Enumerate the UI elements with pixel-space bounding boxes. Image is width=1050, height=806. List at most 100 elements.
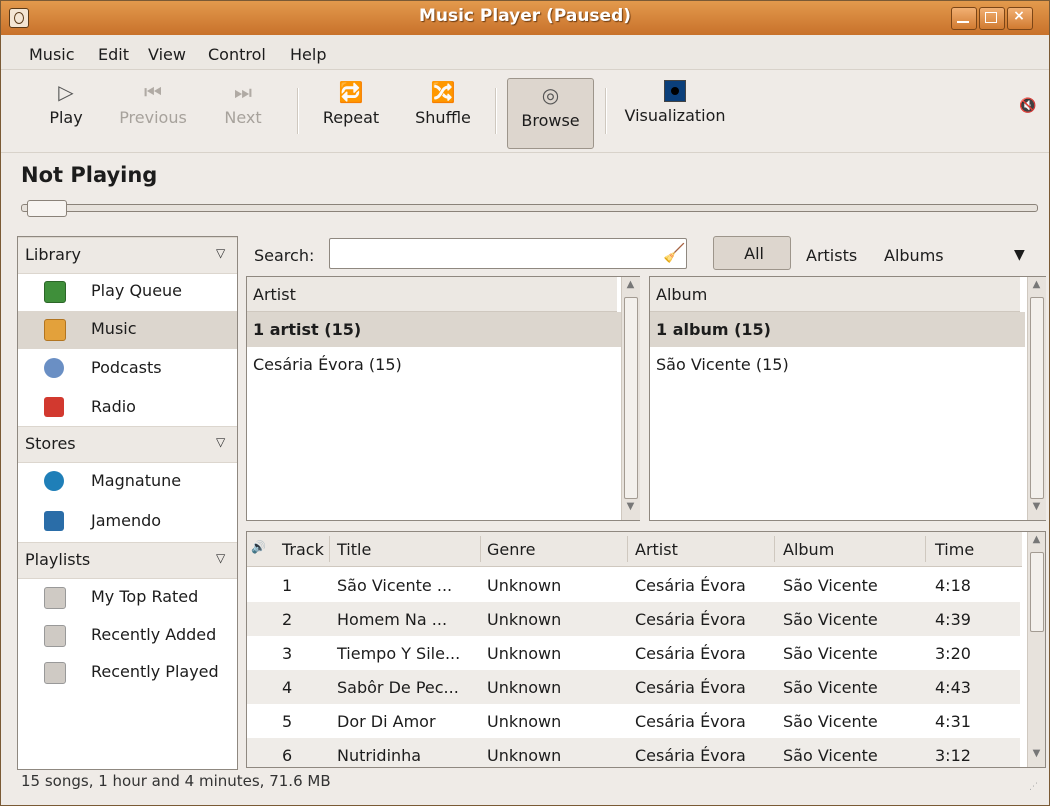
sidebar-item-music[interactable]: Music [18,311,237,349]
search-input[interactable] [329,238,687,269]
play-button[interactable]: ▷ Play [41,76,91,144]
shuffle-button[interactable]: 🔀 Shuffle [409,76,477,144]
collapse-triangle-icon[interactable]: ▽ [216,246,225,260]
album-scrollbar[interactable]: ▲ ▼ [1027,277,1046,520]
table-row[interactable]: 1 São Vicente ... Unknown Cesária Évora … [247,568,1020,602]
album-name: São Vicente (15) [656,355,789,374]
scroll-thumb[interactable] [1030,552,1044,632]
menu-help[interactable]: Help [290,45,326,64]
column-genre[interactable]: Genre [487,540,535,559]
next-button[interactable]: ⏭ Next [217,76,269,144]
source-sidebar: Library ▽ Play Queue Music Podcasts Radi… [17,236,238,770]
table-row[interactable]: 2 Homem Na ... Unknown Cesária Évora São… [247,602,1020,636]
track-artist: Cesária Évora [635,610,746,629]
repeat-button[interactable]: 🔁 Repeat [319,76,383,144]
table-row[interactable]: 3 Tiempo Y Sile... Unknown Cesária Évora… [247,636,1020,670]
sidebar-item-podcasts[interactable]: Podcasts [18,350,237,388]
scroll-thumb[interactable] [1030,297,1044,499]
column-time[interactable]: Time [935,540,974,559]
next-icon: ⏭ [234,80,252,104]
sidebar-item-jamendo[interactable]: Jamendo [18,503,237,541]
toolbar: ▷ Play ⏮ Previous ⏭ Next 🔁 Repeat 🔀 Shuf… [1,70,1049,153]
filter-all-button[interactable]: All [713,236,791,270]
repeat-label: Repeat [322,108,380,127]
column-artist[interactable]: Artist [635,540,678,559]
browse-button[interactable]: ◎ Browse [507,78,594,149]
column-title[interactable]: Title [337,540,371,559]
title-bar[interactable]: Music Player (Paused) × [1,1,1049,36]
volume-muted-icon[interactable]: 🔇 [1019,98,1039,118]
scroll-down-icon[interactable]: ▼ [1030,501,1043,518]
maximize-button[interactable] [979,7,1005,30]
visualization-button[interactable]: Visualization [619,76,731,144]
column-divider [329,536,330,562]
scroll-down-icon[interactable]: ▼ [1030,748,1043,765]
close-icon: × [1013,8,1025,24]
clear-search-broom-icon[interactable]: 🧹 [663,243,685,264]
close-button[interactable]: × [1007,7,1033,30]
menu-view[interactable]: View [148,45,186,64]
column-divider [627,536,628,562]
track-number: 5 [282,712,293,731]
music-player-window: Music Player (Paused) × Music Edit View … [0,0,1050,806]
sidebar-item-recently-added[interactable]: Recently Added [18,617,237,655]
scroll-thumb[interactable] [624,297,638,499]
scroll-down-icon[interactable]: ▼ [624,501,637,518]
artist-column-header[interactable]: Artist [247,277,617,312]
sidebar-item-label: Play Queue [91,281,183,300]
track-title: Sabôr De Pec... [337,678,459,697]
track-artist: Cesária Évora [635,678,746,697]
collapse-triangle-icon[interactable]: ▽ [216,551,225,565]
artist-row-all[interactable]: 1 artist (15) [247,312,621,347]
album-row-all[interactable]: 1 album (15) [650,312,1025,347]
track-title: São Vicente ... [337,576,453,595]
track-list-scrollbar[interactable]: ▲ ▼ [1027,532,1045,767]
play-label: Play [49,108,83,127]
album-row[interactable]: São Vicente (15) [650,347,1025,381]
seek-handle[interactable] [27,200,67,217]
scroll-up-icon[interactable]: ▲ [1030,279,1043,296]
table-row[interactable]: 6 Nutridinha Unknown Cesária Évora São V… [247,738,1020,767]
track-time: 4:31 [935,712,971,731]
column-track[interactable]: Track [282,540,324,559]
visualization-label: Visualization [624,106,726,125]
column-album[interactable]: Album [783,540,834,559]
sidebar-item-play-queue[interactable]: Play Queue [18,273,237,311]
artist-row[interactable]: Cesária Évora (15) [247,347,621,381]
sidebar-item-label: Podcasts [91,358,162,377]
table-row[interactable]: 4 Sabôr De Pec... Unknown Cesária Évora … [247,670,1020,704]
table-row[interactable]: 5 Dor Di Amor Unknown Cesária Évora São … [247,704,1020,738]
previous-button[interactable]: ⏮ Previous [113,76,193,144]
sidebar-item-recently-played[interactable]: Recently Played [18,654,237,692]
track-genre: Unknown [487,746,562,765]
column-divider [774,536,775,562]
minimize-button[interactable] [951,7,977,30]
track-genre: Unknown [487,678,562,697]
sidebar-item-radio[interactable]: Radio [18,389,237,427]
maximize-icon [985,12,997,23]
filter-artists-button[interactable]: Artists [806,246,857,265]
menu-bar: Music Edit View Control Help [1,35,1049,70]
resize-grip-icon[interactable]: ⋰ [1029,783,1045,801]
column-divider [925,536,926,562]
shuffle-label: Shuffle [415,108,471,127]
sidebar-item-magnatune[interactable]: Magnatune [18,463,237,501]
sidebar-item-my-top-rated[interactable]: My Top Rated [18,579,237,617]
album-browser: Album 1 album (15) São Vicente (15) ▲ ▼ [649,276,1046,521]
album-column-header[interactable]: Album [650,277,1020,312]
stores-header[interactable]: Stores ▽ [18,426,237,463]
filter-dropdown-arrow-icon[interactable]: ▼ [1014,247,1025,263]
seek-bar[interactable] [21,204,1038,212]
visualization-icon [664,80,686,102]
scroll-up-icon[interactable]: ▲ [624,279,637,296]
filter-albums-button[interactable]: Albums [884,246,944,265]
menu-music[interactable]: Music [29,45,75,64]
playlists-header[interactable]: Playlists ▽ [18,542,237,579]
track-album: São Vicente [783,712,878,731]
library-header[interactable]: Library ▽ [18,237,237,274]
artist-scrollbar[interactable]: ▲ ▼ [621,277,640,520]
scroll-up-icon[interactable]: ▲ [1030,534,1043,551]
collapse-triangle-icon[interactable]: ▽ [216,435,225,449]
menu-control[interactable]: Control [208,45,266,64]
menu-edit[interactable]: Edit [98,45,129,64]
